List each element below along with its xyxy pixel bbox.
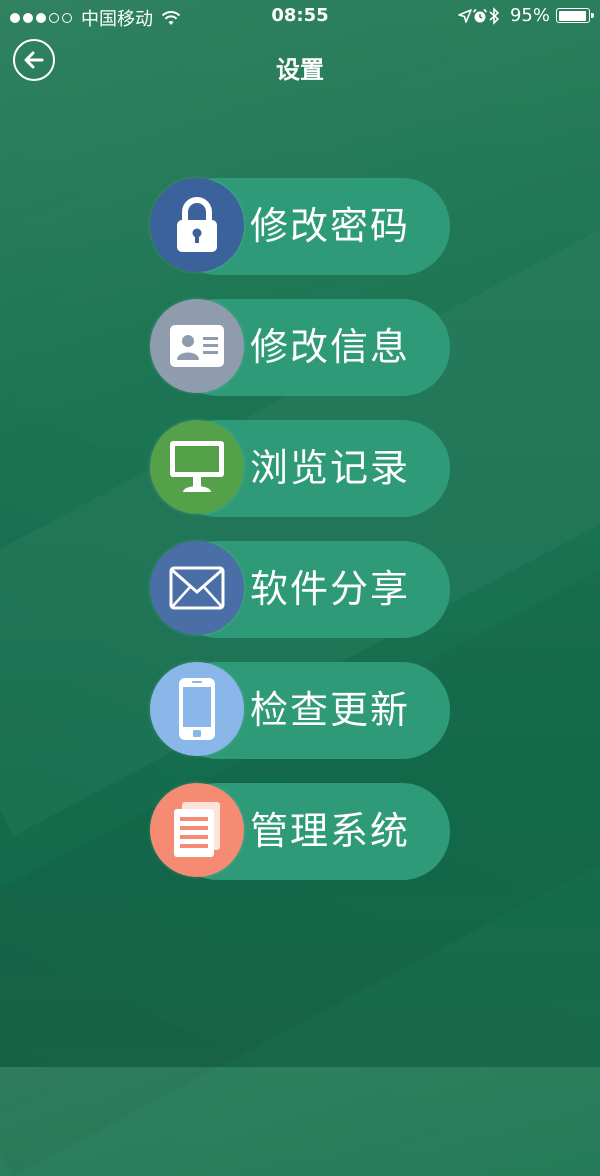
menu-item-check-update[interactable]: 检查更新 — [150, 662, 450, 759]
menu-item-edit-info[interactable]: 修改信息 — [150, 299, 450, 396]
menu-item-label: 修改密码 — [250, 204, 411, 248]
menu-item-label: 修改信息 — [250, 325, 411, 369]
mail-icon — [150, 541, 244, 635]
menu-item-label: 检查更新 — [250, 688, 411, 732]
battery-icon — [556, 8, 594, 23]
location-arrow-icon — [458, 8, 472, 23]
status-bar: 中国移动 08:55 95% — [0, 0, 600, 34]
bluetooth-icon — [489, 6, 500, 25]
menu-item-admin-system[interactable]: 管理系统 — [150, 783, 450, 880]
menu-item-browse-history[interactable]: 浏览记录 — [150, 420, 450, 517]
settings-menu: 修改密码 修改信息 浏览记录 软件分享 检查更新 管理系统 — [150, 178, 450, 904]
menu-item-label: 管理系统 — [250, 809, 411, 853]
alarm-icon — [472, 8, 488, 22]
menu-item-label: 软件分享 — [250, 567, 411, 611]
lock-icon — [150, 178, 244, 272]
menu-item-change-password[interactable]: 修改密码 — [150, 178, 450, 275]
documents-icon — [150, 783, 244, 877]
page-title: 设置 — [276, 56, 324, 84]
menu-item-share-app[interactable]: 软件分享 — [150, 541, 450, 638]
battery-percent: 95% — [509, 5, 550, 26]
menu-item-label: 浏览记录 — [250, 446, 411, 490]
id-card-icon — [150, 299, 244, 393]
phone-icon — [150, 662, 244, 756]
monitor-icon — [150, 420, 244, 514]
